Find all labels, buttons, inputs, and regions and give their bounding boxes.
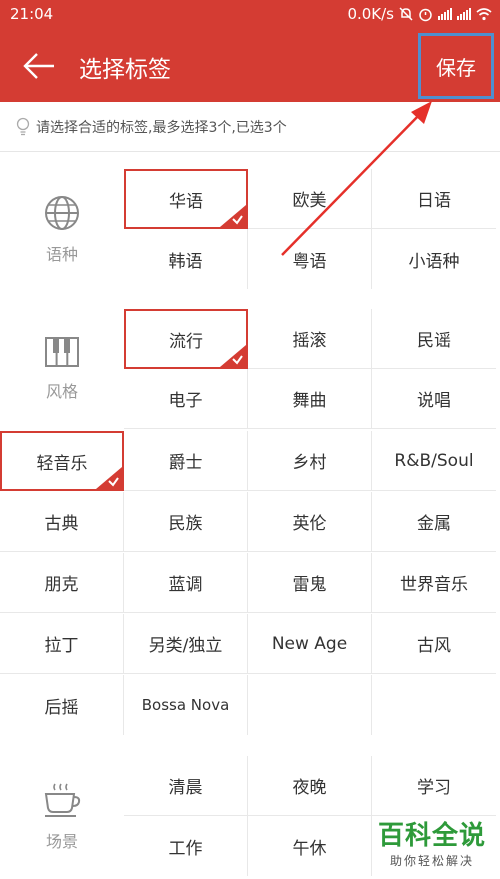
tag-empty bbox=[372, 675, 496, 735]
mute-icon bbox=[399, 7, 413, 21]
tag-shuochang[interactable]: 说唱 bbox=[372, 369, 496, 429]
category-style: 风格 bbox=[0, 336, 124, 402]
tag-shijieyinyue[interactable]: 世界音乐 bbox=[372, 553, 496, 613]
tag-new-age[interactable]: New Age bbox=[248, 614, 372, 674]
category-label: 场景 bbox=[45, 832, 78, 851]
tag-hanyu[interactable]: 韩语 bbox=[124, 229, 248, 289]
status-bar: 21:04 0.0K/s bbox=[0, 0, 500, 30]
tag-bossa-nova[interactable]: Bossa Nova bbox=[124, 675, 248, 735]
category-language: 语种 bbox=[0, 195, 124, 265]
tag-qingyinyue[interactable]: 轻音乐 bbox=[0, 431, 124, 491]
tag-minyao[interactable]: 民谣 bbox=[372, 309, 496, 369]
tag-yueyu[interactable]: 粤语 bbox=[248, 229, 372, 289]
tag-gufeng[interactable]: 古风 bbox=[372, 614, 496, 674]
status-time: 21:04 bbox=[10, 5, 54, 23]
category-scene: 场景 bbox=[0, 782, 124, 852]
selected-check-icon bbox=[220, 345, 246, 367]
tag-minzu[interactable]: 民族 bbox=[124, 492, 248, 552]
tag-oumei[interactable]: 欧美 bbox=[248, 169, 372, 229]
category-label: 语种 bbox=[45, 245, 78, 264]
piano-icon bbox=[45, 337, 79, 367]
tag-xuexi[interactable]: 学习 bbox=[372, 756, 496, 816]
watermark-logo: 百科全说 助你轻松解决 bbox=[377, 821, 486, 868]
tag-landiao[interactable]: 蓝调 bbox=[124, 553, 248, 613]
tag-yinglun[interactable]: 英伦 bbox=[248, 492, 372, 552]
tag-jinshu[interactable]: 金属 bbox=[372, 492, 496, 552]
tag-yaogun[interactable]: 摇滚 bbox=[248, 309, 372, 369]
tag-xiaoyuzhong[interactable]: 小语种 bbox=[372, 229, 496, 289]
tag-dianzi[interactable]: 电子 bbox=[124, 369, 248, 429]
globe-icon bbox=[45, 196, 79, 230]
selection-hint: 请选择合适的标签,最多选择3个,已选3个 bbox=[0, 102, 500, 152]
tag-lading[interactable]: 拉丁 bbox=[0, 614, 124, 674]
tag-gongzuo[interactable]: 工作 bbox=[124, 816, 248, 876]
tag-yewan[interactable]: 夜晚 bbox=[248, 756, 372, 816]
back-arrow-icon[interactable] bbox=[20, 48, 60, 84]
tag-wuxiu[interactable]: 午休 bbox=[248, 816, 372, 876]
tag-pengke[interactable]: 朋克 bbox=[0, 553, 124, 613]
lightbulb-icon bbox=[16, 117, 30, 135]
tag-leigui[interactable]: 雷鬼 bbox=[248, 553, 372, 613]
app-bar: 选择标签 保存 bbox=[0, 30, 500, 102]
alarm-icon bbox=[419, 8, 432, 21]
tag-huayu[interactable]: 华语 bbox=[124, 169, 248, 229]
tag-gudian[interactable]: 古典 bbox=[0, 492, 124, 552]
tag-jueshi[interactable]: 爵士 bbox=[124, 431, 248, 491]
selected-check-icon bbox=[96, 467, 122, 489]
tag-houyao[interactable]: 后摇 bbox=[0, 675, 124, 735]
tag-liuxing[interactable]: 流行 bbox=[124, 309, 248, 369]
tag-xiangcun[interactable]: 乡村 bbox=[248, 431, 372, 491]
tag-linglei-duli[interactable]: 另类/独立 bbox=[124, 614, 248, 674]
network-speed: 0.0K/s bbox=[347, 5, 394, 23]
hint-text: 请选择合适的标签,最多选择3个,已选3个 bbox=[36, 119, 287, 136]
tag-qingchen[interactable]: 清晨 bbox=[124, 756, 248, 816]
page-title: 选择标签 bbox=[79, 57, 171, 83]
wifi-icon bbox=[476, 8, 492, 21]
signal-icon bbox=[438, 8, 452, 20]
tag-empty bbox=[248, 675, 372, 735]
tag-wuqu[interactable]: 舞曲 bbox=[248, 369, 372, 429]
coffee-cup-icon bbox=[44, 783, 81, 817]
signal-icon-2 bbox=[457, 8, 471, 20]
selected-check-icon bbox=[220, 205, 246, 227]
tag-riyu[interactable]: 日语 bbox=[372, 169, 496, 229]
tag-rnb-soul[interactable]: R&B/Soul bbox=[372, 431, 496, 491]
save-button[interactable]: 保存 bbox=[418, 33, 494, 99]
category-label: 风格 bbox=[45, 382, 78, 401]
